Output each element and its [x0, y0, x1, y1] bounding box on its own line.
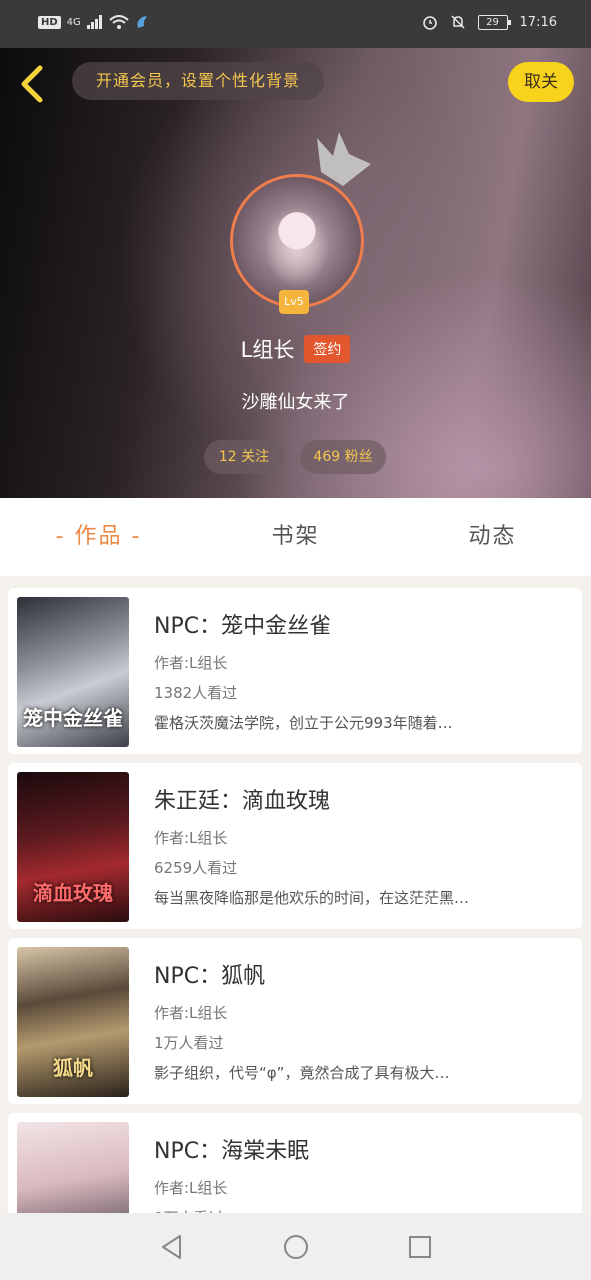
list-item[interactable]: 笼中金丝雀 NPC：笼中金丝雀 作者:L组长 1382人看过 霍格沃茨魔法学院，…	[8, 588, 582, 754]
signal-icon	[86, 15, 102, 29]
recents-square-icon[interactable]	[406, 1233, 434, 1261]
cover-title: 滴血玫瑰	[33, 881, 113, 905]
book-title: 朱正廷：滴血玫瑰	[154, 789, 331, 814]
works-list: 笼中金丝雀 NPC：笼中金丝雀 作者:L组长 1382人看过 霍格沃茨魔法学院，…	[0, 588, 591, 1218]
hd-indicator: HD	[38, 15, 61, 29]
user-bio: 沙雕仙女来了	[241, 392, 350, 413]
home-circle-icon[interactable]	[282, 1233, 310, 1261]
profile-header: 开通会员，设置个性化背景 取关 Lv5 L组长 签约 沙雕仙女来了 12 关注 …	[0, 48, 591, 498]
list-item[interactable]: NPC：海棠未眠 作者:L组长 9万人看过	[8, 1113, 582, 1218]
list-item[interactable]: 狐帆 NPC：狐帆 作者:L组长 1万人看过 影子组织，代号“φ”，竟然合成了具…	[8, 938, 582, 1104]
signed-author-badge: 签约	[304, 335, 351, 363]
tab-works[interactable]: - 作品 -	[0, 498, 197, 576]
vip-background-prompt[interactable]: 开通会员，设置个性化背景	[72, 62, 324, 100]
book-cover[interactable]: 滴血玫瑰	[17, 772, 129, 922]
book-author: 作者:L组长	[154, 829, 228, 847]
status-bar: HD 4G 29 17:16	[0, 0, 591, 48]
book-author: 作者:L组长	[154, 1004, 228, 1022]
book-description: 霍格沃茨魔法学院，创立于公元993年随着…	[154, 714, 453, 732]
cover-title: 笼中金丝雀	[23, 706, 123, 730]
book-cover[interactable]	[17, 1122, 129, 1218]
following-count[interactable]: 12 关注	[204, 440, 284, 474]
book-title: NPC：海棠未眠	[154, 1139, 310, 1164]
tab-bookshelf[interactable]: 书架	[197, 498, 394, 576]
profile-tabs: - 作品 - 书架 动态	[0, 498, 591, 576]
network-type: 4G	[66, 16, 81, 28]
tab-activity[interactable]: 动态	[394, 498, 591, 576]
app-notification-icon	[137, 16, 147, 28]
clock: 17:16	[519, 14, 557, 30]
book-views: 1382人看过	[154, 684, 238, 702]
mute-bell-icon	[451, 15, 465, 29]
alarm-icon	[422, 16, 437, 30]
book-views: 1万人看过	[154, 1034, 224, 1052]
username: L组长	[240, 338, 295, 362]
book-title: NPC：狐帆	[154, 964, 266, 989]
book-cover[interactable]: 笼中金丝雀	[17, 597, 129, 747]
book-title: NPC：笼中金丝雀	[154, 614, 332, 639]
book-author: 作者:L组长	[154, 654, 228, 672]
book-description: 影子组织，代号“φ”，竟然合成了具有极大…	[154, 1064, 450, 1082]
cover-title: 狐帆	[53, 1056, 93, 1080]
system-nav-bar	[0, 1213, 591, 1280]
unfollow-button[interactable]: 取关	[508, 62, 574, 102]
book-author: 作者:L组长	[154, 1179, 228, 1197]
avatar[interactable]	[230, 174, 364, 308]
wifi-icon	[109, 15, 129, 29]
book-cover[interactable]: 狐帆	[17, 947, 129, 1097]
book-description: 每当黑夜降临那是他欢乐的时间，在这茫茫黑…	[154, 889, 470, 907]
battery-indicator: 29	[477, 14, 511, 30]
fans-count[interactable]: 469 粉丝	[300, 440, 386, 474]
book-views: 6259人看过	[154, 859, 238, 877]
back-triangle-icon[interactable]	[158, 1233, 186, 1261]
list-item[interactable]: 滴血玫瑰 朱正廷：滴血玫瑰 作者:L组长 6259人看过 每当黑夜降临那是他欢乐…	[8, 763, 582, 929]
level-badge: Lv5	[279, 290, 309, 314]
back-arrow-icon[interactable]	[14, 62, 50, 106]
